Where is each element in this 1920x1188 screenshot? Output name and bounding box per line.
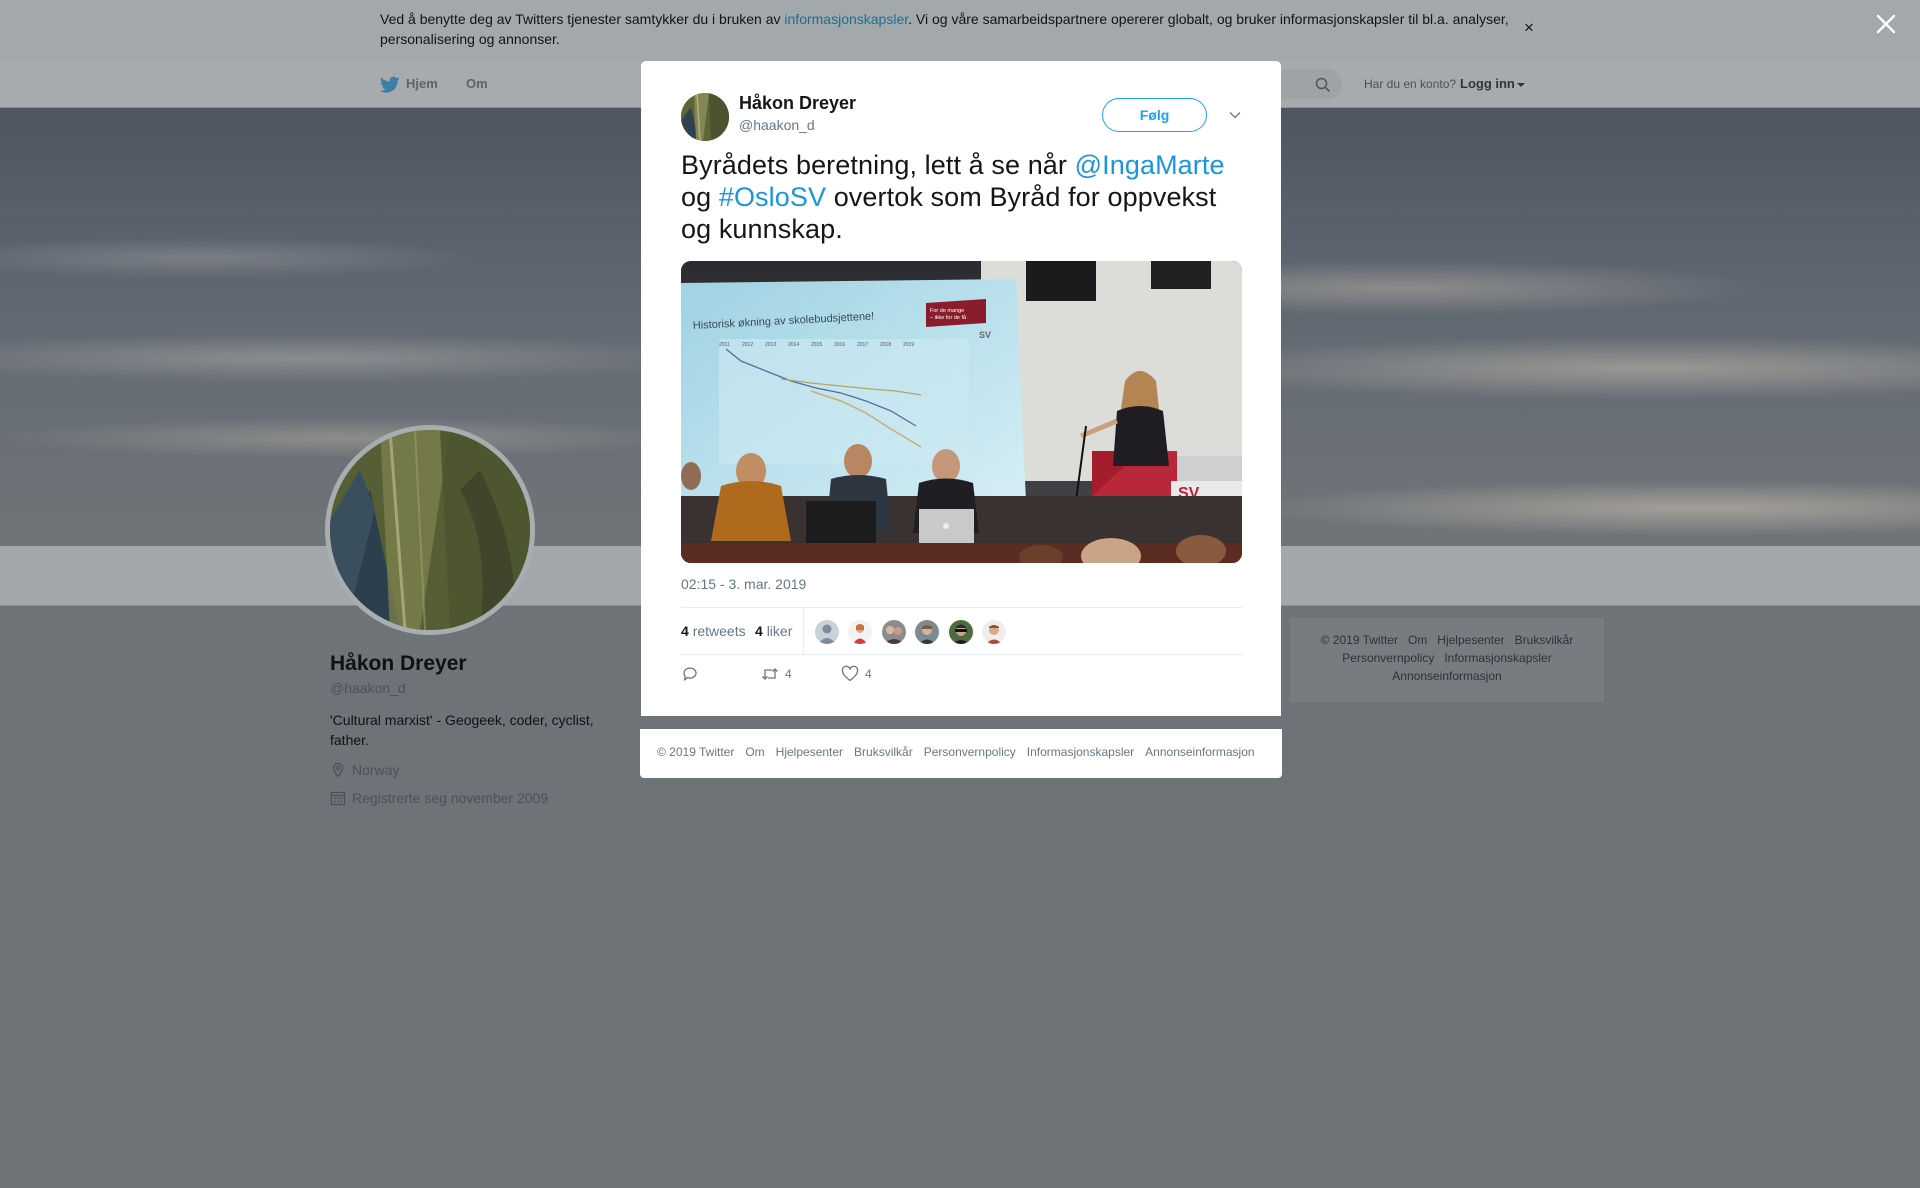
slide-year-label: 2016 — [834, 342, 845, 348]
photo-content: Historisk økning av skolebudsjettene! Fo… — [681, 261, 1242, 563]
retweets-label: retweets — [692, 623, 746, 639]
retweets-stat[interactable]: 4 retweets — [681, 623, 746, 639]
close-icon[interactable] — [1874, 12, 1898, 36]
footer-link-about[interactable]: Om — [1408, 633, 1427, 647]
reply-icon — [683, 667, 697, 681]
footer-link-privacy[interactable]: Personvernpolicy — [1342, 651, 1434, 665]
footer-link-ads-info[interactable]: Annonseinformasjon — [1392, 669, 1501, 683]
footer-link-terms[interactable]: Bruksvilkår — [854, 745, 913, 759]
profile-handle[interactable]: @haakon_d — [330, 680, 406, 696]
like-count: 4 — [865, 667, 872, 681]
nav-home-link[interactable]: Hjem — [406, 76, 438, 91]
tweet-author-avatar[interactable] — [681, 93, 729, 141]
location-label: Norway — [352, 762, 400, 778]
profile-name: Håkon Dreyer — [330, 652, 467, 675]
follow-button[interactable]: Følg — [1102, 98, 1207, 132]
likes-stat[interactable]: 4 liker — [755, 623, 792, 639]
login-label: Logg inn — [1460, 76, 1515, 91]
like-button[interactable]: 4 — [841, 665, 872, 685]
retweet-count: 4 — [785, 667, 792, 681]
twitter-bird-icon[interactable] — [380, 76, 400, 94]
slide-year-label: 2012 — [742, 342, 753, 348]
slide-year-label: 2015 — [811, 342, 822, 348]
liker-avatar[interactable] — [815, 620, 839, 644]
footer-link-terms[interactable]: Bruksvilkår — [1515, 633, 1574, 647]
profile-location: Norway — [330, 762, 399, 778]
retweet-button[interactable]: 4 — [761, 665, 792, 685]
heart-icon — [841, 665, 859, 682]
slide-year-label: 2017 — [857, 342, 868, 348]
cookie-banner: Ved å benytte deg av Twitters tjenester … — [0, 0, 1920, 61]
profile-avatar[interactable] — [325, 425, 535, 635]
stats-divider — [803, 608, 804, 655]
liker-avatar[interactable] — [948, 620, 973, 644]
footer-link-privacy[interactable]: Personvernpolicy — [924, 745, 1016, 759]
profile-bio: 'Cultural marxist' - Geogeek, coder, cyc… — [330, 712, 594, 748]
footer-link-cookies[interactable]: Informasjonskapsler — [1027, 745, 1134, 759]
location-pin-icon — [332, 762, 344, 778]
login-dropdown[interactable]: Logg inn — [1460, 76, 1525, 91]
hashtag-link[interactable]: #OsloSV — [719, 182, 826, 212]
liker-avatars — [815, 620, 1011, 644]
mention-link[interactable]: @IngaMarte — [1075, 150, 1225, 180]
tweet-text-part: Byrådets beretning, lett å se når — [681, 150, 1075, 180]
slide-year-label: 2018 — [880, 342, 891, 348]
slide-year-label: 2014 — [788, 342, 799, 348]
tweet-actions: 4 4 — [681, 665, 1242, 689]
footer-link-cookies[interactable]: Informasjonskapsler — [1444, 651, 1551, 665]
cookie-close-button[interactable]: × — [1524, 18, 1534, 38]
modal-footer: © 2019 Twitter Om Hjelpesenter Bruksvilkår P… — [640, 729, 1282, 778]
footer-copyright: © 2019 Twitter — [657, 745, 735, 759]
chevron-down-icon[interactable] — [1228, 108, 1242, 122]
likes-count: 4 — [755, 623, 763, 639]
cookie-text: Ved å benytte deg av Twitters tjenester … — [380, 9, 1520, 49]
nav-about-link[interactable]: Om — [466, 76, 488, 91]
slide-year-label: 2011 — [719, 342, 730, 348]
profile-joined: Registrerte seg november 2009 — [330, 790, 548, 806]
retweets-count: 4 — [681, 623, 689, 639]
tweet-modal: Håkon Dreyer @haakon_d Følg Byrådets ber… — [641, 61, 1281, 716]
footer-link-copyright: © 2019 Twitter — [1320, 633, 1398, 647]
liker-avatar[interactable] — [848, 620, 873, 644]
liker-avatar[interactable] — [881, 620, 906, 644]
avatar-image — [330, 430, 530, 630]
slide-year-label: 2013 — [765, 342, 776, 348]
slide-badge-line2: – ikke for de få — [930, 314, 967, 321]
tweet-author-handle[interactable]: @haakon_d — [739, 117, 815, 133]
footer-link-help[interactable]: Hjelpesenter — [1437, 633, 1504, 647]
footer-link-ads-info[interactable]: Annonseinformasjon — [1145, 745, 1254, 759]
tweet-photo[interactable]: Historisk økning av skolebudsjettene! Fo… — [681, 261, 1242, 563]
liker-avatar[interactable] — [915, 620, 940, 644]
footer-link-about[interactable]: Om — [745, 745, 764, 759]
reply-button[interactable] — [681, 665, 699, 685]
search-icon[interactable] — [1315, 77, 1331, 93]
cookie-text-before: Ved å benytte deg av Twitters tjenester … — [380, 11, 785, 27]
calendar-icon — [330, 791, 346, 806]
joined-label: Registrerte seg november 2009 — [352, 790, 549, 806]
cookie-policy-link[interactable]: informasjonskapsler — [784, 11, 908, 27]
tweet-author-name[interactable]: Håkon Dreyer — [739, 93, 856, 114]
sidebar-footer: © 2019 Twitter Om Hjelpesenter Bruksvilkår … — [1290, 618, 1604, 702]
slide-badge-line1: For de mange — [930, 308, 964, 314]
liker-avatar[interactable] — [982, 620, 1007, 644]
avatar-image — [681, 93, 729, 141]
tweet-timestamp[interactable]: 02:15 - 3. mar. 2019 — [681, 576, 806, 592]
slide-logo: SV — [979, 330, 991, 340]
tweet-stats: 4 retweets 4 liker — [681, 607, 1242, 655]
footer-link-help[interactable]: Hjelpesenter — [776, 745, 843, 759]
tweet-text: Byrådets beretning, lett å se når @IngaM… — [681, 149, 1251, 245]
tweet-text-part: og — [681, 182, 719, 212]
likes-label: liker — [766, 623, 793, 639]
retweet-icon — [762, 668, 778, 680]
slide-year-label: 2019 — [903, 342, 914, 348]
account-prompt: Har du en konto? — [1364, 77, 1457, 91]
caret-down-icon — [1516, 82, 1525, 87]
